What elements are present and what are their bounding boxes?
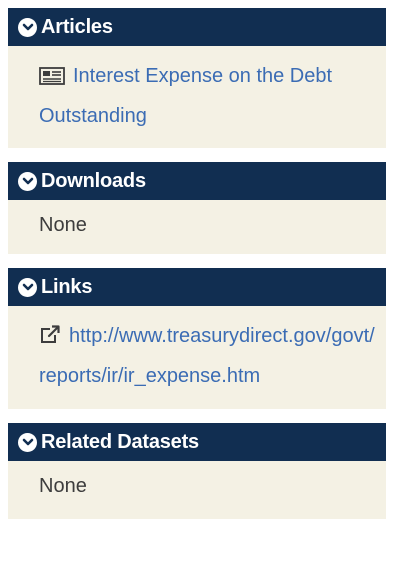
- newspaper-icon: [39, 61, 65, 98]
- downloads-header[interactable]: Downloads: [8, 162, 386, 200]
- links-body: http://www.treasurydirect.gov/govt/repor…: [8, 306, 386, 409]
- chevron-down-circle-icon: [18, 171, 37, 191]
- related-datasets-panel: Related Datasets None: [8, 423, 386, 519]
- external-link[interactable]: http://www.treasurydirect.gov/govt/repor…: [39, 325, 375, 387]
- related-datasets-value: None: [39, 475, 87, 497]
- downloads-value: None: [39, 214, 87, 236]
- articles-body: Interest Expense on the Debt Outstanding: [8, 46, 386, 148]
- chevron-down-circle-icon: [18, 432, 37, 452]
- sidebar-panels: Articles Interest Expense on the Debt Ou…: [8, 8, 386, 519]
- divider: [8, 148, 386, 162]
- chevron-down-circle-icon: [18, 277, 37, 297]
- related-datasets-body: None: [8, 461, 386, 519]
- articles-title: Articles: [41, 15, 113, 38]
- article-link[interactable]: Interest Expense on the Debt Outstanding: [39, 65, 332, 127]
- divider: [8, 254, 386, 268]
- links-panel: Links http://www.treasurydirect.gov/govt…: [8, 268, 386, 409]
- downloads-panel: Downloads None: [8, 162, 386, 254]
- links-title: Links: [41, 275, 93, 298]
- chevron-down-circle-icon: [18, 17, 37, 37]
- related-datasets-title: Related Datasets: [41, 430, 199, 453]
- downloads-body: None: [8, 200, 386, 254]
- external-link-icon: [39, 321, 61, 358]
- downloads-title: Downloads: [41, 169, 146, 192]
- articles-header[interactable]: Articles: [8, 8, 386, 46]
- links-header[interactable]: Links: [8, 268, 386, 306]
- articles-panel: Articles Interest Expense on the Debt Ou…: [8, 8, 386, 148]
- related-datasets-header[interactable]: Related Datasets: [8, 423, 386, 461]
- divider: [8, 409, 386, 423]
